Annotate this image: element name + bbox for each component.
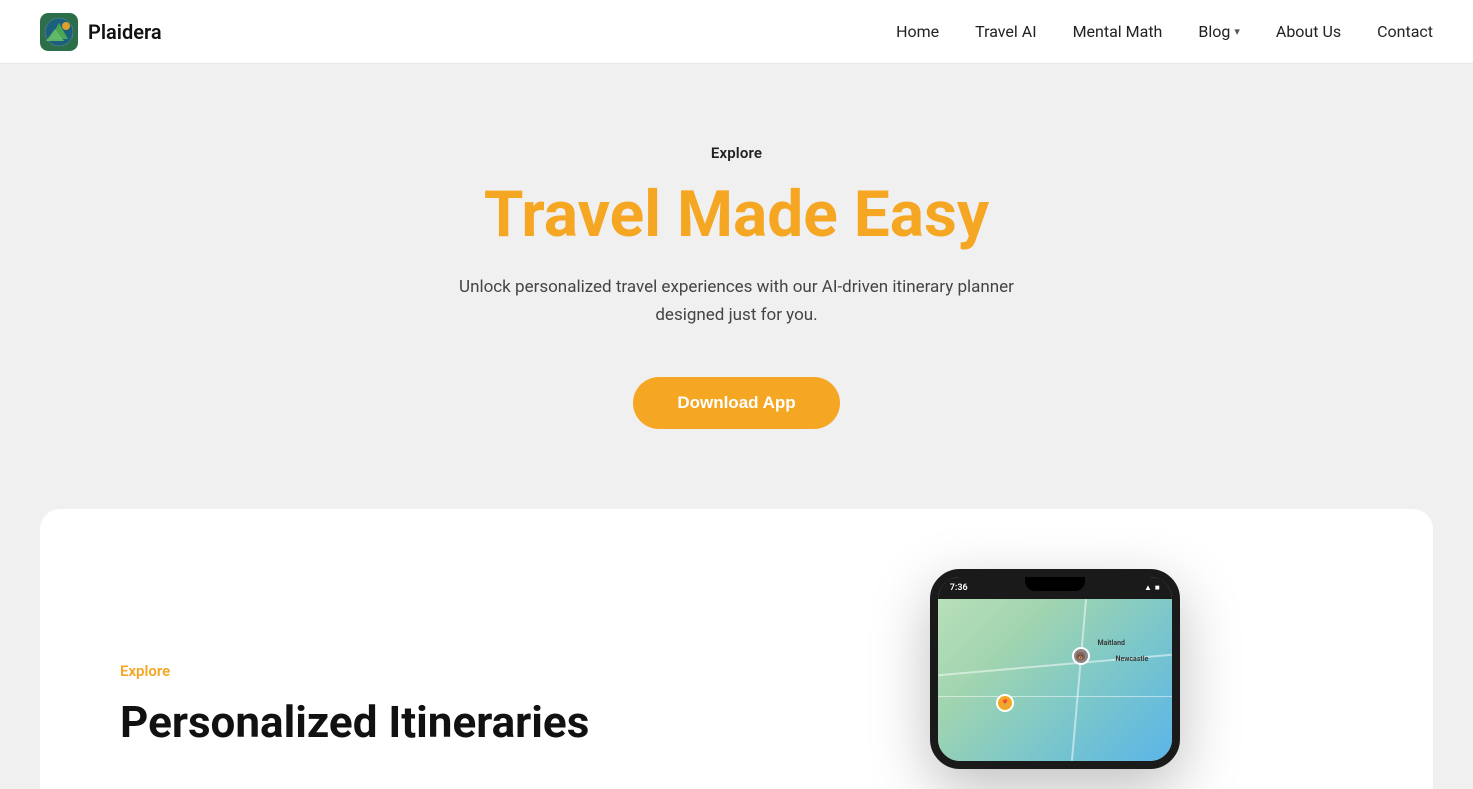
phone-frame: 7:36 ▲ ■ 📍 🐻 Newcastle bbox=[930, 569, 1180, 769]
map-label-newcastle: Newcastle bbox=[1116, 655, 1149, 663]
hero-subtitle: Unlock personalized travel experiences w… bbox=[437, 274, 1037, 328]
signal-icon: ■ bbox=[1155, 583, 1160, 592]
hero-eyebrow: Explore bbox=[711, 144, 762, 162]
navbar: Plaidera Home Travel AI Mental Math Blog… bbox=[0, 0, 1473, 64]
bottom-title: Personalized Itineraries bbox=[120, 696, 707, 749]
nav-item-contact[interactable]: Contact bbox=[1377, 22, 1433, 41]
bottom-eyebrow: Explore bbox=[120, 662, 707, 680]
phone-time: 7:36 bbox=[950, 583, 968, 593]
wifi-icon: ▲ bbox=[1144, 583, 1152, 592]
blog-dropdown-chevron-icon: ▾ bbox=[1234, 25, 1240, 38]
brand-name: Plaidera bbox=[88, 20, 162, 44]
hero-title: Travel Made Easy bbox=[484, 180, 989, 250]
nav-menu: Home Travel AI Mental Math Blog ▾ About … bbox=[896, 22, 1433, 41]
phone-dynamic-island bbox=[1025, 577, 1085, 591]
map-road-horizontal-2 bbox=[938, 696, 1172, 697]
map-pin-orange: 📍 bbox=[996, 694, 1014, 712]
bottom-section: Explore Personalized Itineraries 7:36 ▲ … bbox=[40, 509, 1433, 789]
phone-map-view: 📍 🐻 Newcastle Maitland bbox=[938, 599, 1172, 761]
nav-item-home[interactable]: Home bbox=[896, 22, 939, 41]
map-road-vertical bbox=[1071, 599, 1087, 761]
phone-status-bar: 7:36 ▲ ■ bbox=[938, 577, 1172, 599]
phone-status-icons: ▲ ■ bbox=[1144, 583, 1160, 592]
brand-logo-group[interactable]: Plaidera bbox=[40, 13, 162, 51]
download-app-button[interactable]: Download App bbox=[633, 377, 839, 429]
nav-item-travel-ai[interactable]: Travel AI bbox=[975, 22, 1036, 41]
map-label-maitland: Maitland bbox=[1097, 639, 1124, 647]
phone-mockup-container: 7:36 ▲ ■ 📍 🐻 Newcastle bbox=[767, 569, 1354, 789]
hero-section: Explore Travel Made Easy Unlock personal… bbox=[0, 64, 1473, 509]
bottom-text-block: Explore Personalized Itineraries bbox=[120, 662, 707, 789]
nav-item-blog[interactable]: Blog ▾ bbox=[1198, 22, 1240, 41]
nav-item-mental-math[interactable]: Mental Math bbox=[1073, 22, 1163, 41]
nav-item-about-us[interactable]: About Us bbox=[1276, 22, 1341, 41]
brand-logo-icon bbox=[40, 13, 78, 51]
phone-mockup: 7:36 ▲ ■ 📍 🐻 Newcastle bbox=[930, 569, 1190, 789]
